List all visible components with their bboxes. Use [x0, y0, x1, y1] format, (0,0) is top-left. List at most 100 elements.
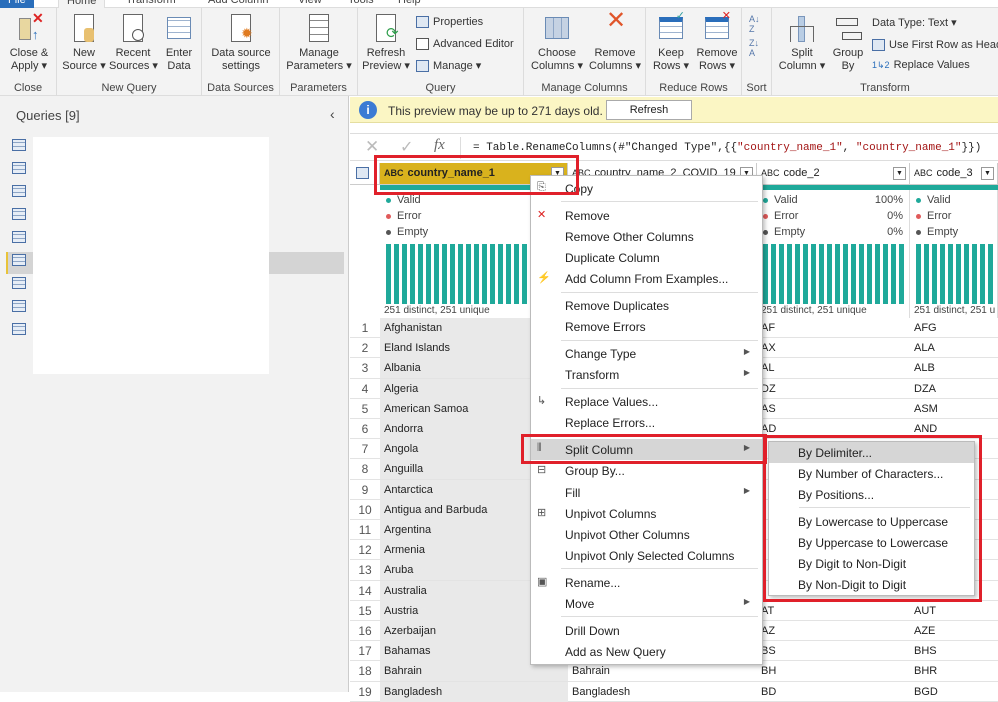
table-cell[interactable]: Bahamas	[384, 645, 430, 657]
menu-item-duplicate-column[interactable]: Duplicate Column	[531, 247, 762, 268]
text-type-icon[interactable]: ABC	[384, 168, 404, 178]
table-cell[interactable]: AD	[761, 423, 776, 435]
menu-item-remove-other-columns[interactable]: Remove Other Columns	[531, 226, 762, 247]
remove-columns-button[interactable]: ✕ Remove Columns ▾	[586, 9, 644, 73]
refresh-preview-button[interactable]: ⟳ Refresh Preview ▾	[360, 14, 412, 73]
menu-item-move[interactable]: Move ▶	[531, 593, 762, 614]
table-cell[interactable]: Afghanistan	[384, 322, 442, 334]
collapse-pane-button[interactable]: ‹	[330, 106, 335, 122]
table-cell[interactable]: ALA	[914, 342, 935, 354]
menu-item-drill-down[interactable]: Drill Down	[531, 620, 762, 641]
tab-view[interactable]: View	[290, 0, 330, 8]
commit-icon[interactable]: ✓	[400, 137, 413, 157]
group-by-button[interactable]: Group By	[828, 14, 868, 73]
table-menu-button[interactable]	[350, 163, 380, 185]
tab-transform[interactable]: Transform	[118, 0, 184, 8]
table-cell[interactable]: BHR	[914, 665, 937, 677]
table-cell[interactable]: AF	[761, 322, 775, 334]
query-table-icon[interactable]	[12, 323, 26, 335]
menu-item-by-number-of-characters[interactable]: By Number of Characters...	[769, 463, 974, 484]
menu-item-by-lowercase-to-uppercase[interactable]: By Lowercase to Uppercase	[769, 511, 974, 532]
table-cell[interactable]: Andorra	[384, 423, 423, 435]
data-type-dropdown[interactable]: Data Type: Text ▾	[872, 16, 957, 29]
table-cell[interactable]: BH	[761, 665, 776, 677]
recent-sources-button[interactable]: Recent Sources ▾	[109, 14, 158, 73]
tab-tools[interactable]: Tools	[340, 0, 382, 8]
menu-item-add-column-from-examples[interactable]: ⚡ Add Column From Examples...	[531, 268, 762, 289]
table-cell[interactable]: American Samoa	[384, 403, 468, 415]
menu-item-by-digit-to-non-digit[interactable]: By Digit to Non-Digit	[769, 553, 974, 574]
column-filter-dropdown[interactable]: ▼	[981, 167, 994, 180]
menu-item-unpivot-only-selected-columns[interactable]: Unpivot Only Selected Columns	[531, 545, 762, 566]
table-cell[interactable]: Anguilla	[384, 463, 423, 475]
tab-add-column[interactable]: Add Column	[200, 0, 277, 8]
choose-columns-button[interactable]: Choose Columns ▾	[528, 14, 586, 73]
new-source-button[interactable]: New Source ▾	[61, 14, 107, 73]
table-cell[interactable]: Austria	[384, 605, 418, 617]
text-type-icon[interactable]: ABC	[761, 168, 780, 178]
table-cell[interactable]: AND	[914, 423, 937, 435]
table-cell[interactable]: Albania	[384, 362, 421, 374]
remove-rows-button[interactable]: ✕ Remove Rows ▾	[694, 10, 740, 73]
table-cell[interactable]: ALB	[914, 362, 935, 374]
menu-item-add-as-new-query[interactable]: Add as New Query	[531, 641, 762, 662]
table-cell[interactable]: AS	[761, 403, 776, 415]
table-cell[interactable]: AZ	[761, 625, 775, 637]
table-cell[interactable]: Algeria	[384, 383, 418, 395]
menu-item-remove-duplicates[interactable]: Remove Duplicates	[531, 295, 762, 316]
data-source-settings-button[interactable]: ✹ Data source settings	[206, 14, 276, 73]
table-cell[interactable]: AFG	[914, 322, 937, 334]
table-cell[interactable]: AUT	[914, 605, 936, 617]
menu-item-by-positions[interactable]: By Positions...	[769, 484, 974, 505]
keep-rows-button[interactable]: ✓ Keep Rows ▾	[650, 10, 692, 73]
query-table-icon[interactable]	[12, 208, 26, 220]
menu-item-remove-errors[interactable]: Remove Errors	[531, 316, 762, 337]
menu-item-replace-values[interactable]: ↳ Replace Values...	[531, 391, 762, 412]
formula-input[interactable]: = Table.RenameColumns(#"Changed Type",{{…	[460, 137, 998, 159]
table-cell[interactable]: AX	[761, 342, 776, 354]
table-cell[interactable]: Azerbaijan	[384, 625, 436, 637]
text-type-icon[interactable]: ABC	[914, 168, 933, 178]
table-cell[interactable]: DZ	[761, 383, 776, 395]
enter-data-button[interactable]: Enter Data	[159, 14, 199, 73]
table-cell[interactable]: Australia	[384, 585, 427, 597]
menu-item-by-non-digit-to-digit[interactable]: By Non-Digit to Digit	[769, 574, 974, 595]
table-cell[interactable]: Aruba	[384, 564, 413, 576]
sort-descending-button[interactable]: Z↓ A	[749, 38, 759, 58]
query-table-icon[interactable]	[12, 300, 26, 312]
table-cell[interactable]: Antarctica	[384, 484, 433, 496]
menu-item-unpivot-columns[interactable]: ⊞ Unpivot Columns	[531, 503, 762, 524]
column-header[interactable]: ABC code_3 ▼	[910, 163, 998, 185]
table-cell[interactable]: Armenia	[384, 544, 425, 556]
column-filter-dropdown[interactable]: ▼	[893, 167, 906, 180]
menu-item-by-uppercase-to-lowercase[interactable]: By Uppercase to Lowercase	[769, 532, 974, 553]
table-cell[interactable]: Antigua and Barbuda	[384, 504, 487, 516]
column-header[interactable]: ABC code_2 ▼	[757, 163, 910, 185]
function-icon[interactable]: fx	[434, 137, 445, 154]
advanced-editor-button[interactable]: Advanced Editor	[416, 38, 514, 50]
split-column-button[interactable]: Split Column ▾	[778, 14, 826, 73]
close-apply-button[interactable]: ✕ ↑ Close & Apply ▾	[4, 11, 54, 73]
menu-item-change-type[interactable]: Change Type ▶	[531, 343, 762, 364]
menu-item-replace-errors[interactable]: Replace Errors...	[531, 412, 762, 433]
menu-item-by-delimiter[interactable]: By Delimiter...	[769, 442, 974, 463]
use-first-row-button[interactable]: Use First Row as Headers ▾	[872, 38, 998, 51]
menu-item-transform[interactable]: Transform ▶	[531, 364, 762, 385]
table-cell[interactable]: Angola	[384, 443, 418, 455]
cancel-icon[interactable]: ✕	[365, 137, 379, 157]
manage-parameters-button[interactable]: Manage Parameters ▾	[284, 14, 354, 73]
table-cell[interactable]: AL	[761, 362, 774, 374]
tab-home[interactable]: Home	[58, 0, 106, 8]
query-table-icon[interactable]	[12, 162, 26, 174]
table-cell[interactable]: DZA	[914, 383, 936, 395]
table-cell[interactable]: ASM	[914, 403, 938, 415]
manage-button[interactable]: Manage ▾	[416, 59, 481, 72]
refresh-button[interactable]: Refresh	[606, 100, 692, 120]
table-cell[interactable]: BHS	[914, 645, 937, 657]
tab-file[interactable]: File	[0, 0, 34, 8]
table-cell[interactable]: Bahrain	[384, 665, 422, 677]
query-table-icon[interactable]	[12, 254, 26, 266]
sort-ascending-button[interactable]: A↓ Z	[749, 14, 760, 34]
menu-item-copy[interactable]: ⎘ Copy	[531, 178, 762, 199]
query-table-icon[interactable]	[12, 231, 26, 243]
